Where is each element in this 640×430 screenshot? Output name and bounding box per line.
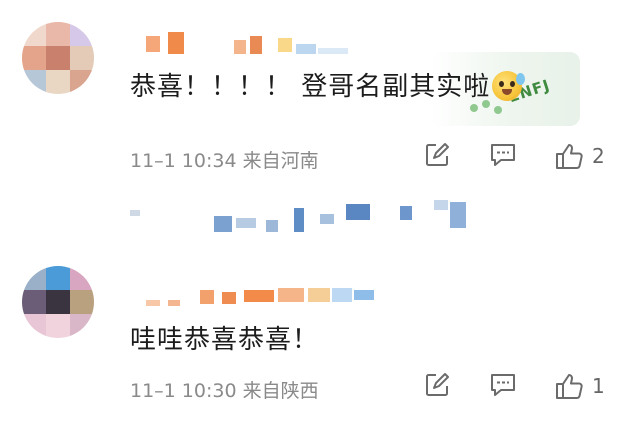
share-icon: [426, 373, 449, 396]
share-button[interactable]: [424, 142, 450, 168]
comment-item: ENFJ 恭喜！！！！ 登哥名副其实啦 11–1 10:34 来自河南 2: [0, 0, 640, 190]
reply-button[interactable]: [489, 142, 517, 168]
comment-item: 哇哇恭喜恭喜！ 11–1 10:30 来自陕西 1: [0, 258, 640, 430]
reply-button[interactable]: [489, 372, 517, 398]
reply-icon: [491, 374, 515, 396]
sub-reply-blurred[interactable]: [130, 200, 490, 234]
crying-face-emoji-icon: [492, 71, 526, 101]
reply-icon: [491, 144, 515, 166]
avatar[interactable]: [22, 266, 94, 338]
like-button[interactable]: 2: [554, 142, 605, 170]
thumbs-up-icon: [556, 144, 583, 169]
like-count: 1: [592, 374, 605, 398]
avatar[interactable]: [22, 22, 94, 94]
share-icon: [426, 143, 449, 166]
like-button[interactable]: 1: [554, 372, 605, 400]
comment-meta: 11–1 10:34 来自河南: [130, 150, 319, 172]
like-count: 2: [592, 144, 605, 168]
thumbs-up-icon: [556, 374, 583, 399]
comment-text: 哇哇恭喜恭喜！: [130, 325, 320, 355]
comment-meta: 11–1 10:30 来自陕西: [130, 380, 319, 402]
share-button[interactable]: [424, 372, 450, 398]
comment-text: 恭喜！！！！ 登哥名副其实啦: [130, 66, 526, 103]
